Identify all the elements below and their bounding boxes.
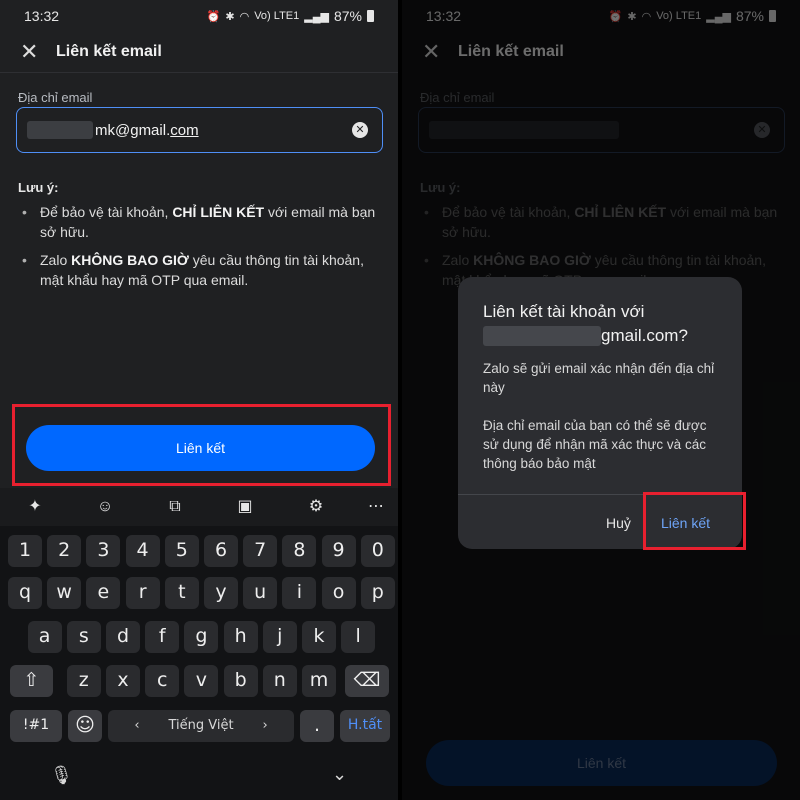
key-r[interactable]: r bbox=[125, 577, 160, 609]
note-item: Zalo KHÔNG BAO GIỜ yêu cầu thông tin tài… bbox=[18, 250, 388, 290]
key-t[interactable]: t bbox=[164, 577, 199, 609]
key-6[interactable]: 6 bbox=[204, 535, 238, 567]
key-o[interactable]: o bbox=[321, 577, 356, 609]
key-a[interactable]: a bbox=[27, 621, 62, 653]
key-h[interactable]: h bbox=[223, 621, 258, 653]
note-item: Để bảo vệ tài khoản, CHỈ LIÊN KẾT với em… bbox=[18, 202, 388, 242]
arrow-right-icon: › bbox=[262, 718, 268, 733]
dialog-email: gmail.com? bbox=[483, 325, 688, 347]
status-icons: ⏰ ✱ ◠ Vo) LTE1 ▂▄▆ 87% bbox=[207, 8, 374, 24]
link-button[interactable]: Liên kết bbox=[26, 425, 375, 471]
bluetooth-icon: ✱ bbox=[225, 10, 235, 23]
clipboard-icon[interactable]: ▣ bbox=[234, 496, 256, 518]
redacted-email-part bbox=[27, 121, 93, 139]
close-icon[interactable]: ✕ bbox=[20, 39, 44, 65]
key-m[interactable]: m bbox=[302, 665, 336, 697]
key-l[interactable]: l bbox=[341, 621, 376, 653]
backspace-key[interactable]: ⌫ bbox=[345, 665, 389, 697]
more-icon[interactable]: ⋯ bbox=[365, 496, 387, 518]
network-label: Vo) LTE1 bbox=[254, 10, 300, 22]
key-q[interactable]: q bbox=[8, 577, 42, 609]
email-field[interactable]: mk@gmail.com ✕ bbox=[16, 107, 383, 153]
status-time: 13:32 bbox=[24, 8, 60, 24]
keyboard-toolbar: ✦ ☺ ⧉ ▣ ⚙ ⋯ bbox=[0, 488, 398, 526]
key-5[interactable]: 5 bbox=[164, 535, 199, 567]
right-screen: 13:32 ⏰ ✱ ◠ Vo) LTE1 ▂▄▆ 87% ✕ Liên kết … bbox=[402, 0, 800, 800]
key-y[interactable]: y bbox=[204, 577, 238, 609]
emoji-icon[interactable]: ☺ bbox=[94, 496, 116, 518]
done-key[interactable]: H.tất bbox=[340, 710, 390, 742]
dialog-title: Liên kết tài khoản với bbox=[483, 302, 645, 321]
highlight-box bbox=[643, 492, 746, 550]
left-screen: 13:32 ⏰ ✱ ◠ Vo) LTE1 ▂▄▆ 87% ✕ Liên kết … bbox=[0, 0, 398, 800]
clear-input-icon[interactable]: ✕ bbox=[352, 122, 368, 138]
key-x[interactable]: x bbox=[106, 665, 140, 697]
cancel-button[interactable]: Huỷ bbox=[606, 515, 631, 531]
key-9[interactable]: 9 bbox=[321, 535, 356, 567]
key-u[interactable]: u bbox=[243, 577, 278, 609]
key-7[interactable]: 7 bbox=[243, 535, 278, 567]
header-divider bbox=[0, 72, 398, 73]
dialog-body-2: Địa chỉ email của bạn có thể sẽ được sử … bbox=[483, 418, 707, 471]
gear-icon[interactable]: ⚙ bbox=[305, 496, 327, 518]
key-b[interactable]: b bbox=[223, 665, 258, 697]
period-key[interactable]: . bbox=[300, 710, 334, 742]
symbols-key[interactable]: !#1 bbox=[10, 710, 62, 742]
key-1[interactable]: 1 bbox=[8, 535, 42, 567]
key-0[interactable]: 0 bbox=[360, 535, 395, 567]
emoji-key[interactable]: ☺ bbox=[68, 710, 102, 742]
key-g[interactable]: g bbox=[184, 621, 219, 653]
note-title: Lưu ý: bbox=[18, 180, 59, 195]
key-i[interactable]: i bbox=[282, 577, 317, 609]
key-j[interactable]: j bbox=[262, 621, 297, 653]
space-key[interactable]: ‹ Tiếng Việt › bbox=[108, 710, 294, 742]
email-value: mk@gmail.com bbox=[95, 121, 199, 139]
key-8[interactable]: 8 bbox=[282, 535, 317, 567]
alarm-icon: ⏰ bbox=[206, 10, 221, 23]
status-bar: 13:32 ⏰ ✱ ◠ Vo) LTE1 ▂▄▆ 87% bbox=[0, 0, 398, 32]
note-list: Để bảo vệ tài khoản, CHỈ LIÊN KẾT với em… bbox=[18, 202, 388, 298]
battery-percent: 87% bbox=[333, 8, 362, 24]
arrow-left-icon: ‹ bbox=[134, 718, 140, 733]
microphone-icon[interactable]: 🎙 bbox=[50, 765, 73, 786]
key-4[interactable]: 4 bbox=[125, 535, 160, 567]
translate-icon[interactable]: ⧉ bbox=[164, 496, 186, 518]
key-f[interactable]: f bbox=[145, 621, 180, 653]
dialog-body-1: Zalo sẽ gửi email xác nhận đến địa chỉ n… bbox=[483, 361, 715, 395]
key-v[interactable]: v bbox=[184, 665, 219, 697]
sparkle-icon[interactable]: ✦ bbox=[24, 496, 46, 518]
key-k[interactable]: k bbox=[302, 621, 336, 653]
key-z[interactable]: z bbox=[66, 665, 101, 697]
chevron-down-icon[interactable]: ⌄ bbox=[332, 764, 347, 785]
key-3[interactable]: 3 bbox=[86, 535, 121, 567]
battery-icon bbox=[367, 10, 374, 22]
key-p[interactable]: p bbox=[360, 577, 395, 609]
signal-icon: ▂▄▆ bbox=[304, 10, 329, 23]
key-e[interactable]: e bbox=[86, 577, 121, 609]
key-2[interactable]: 2 bbox=[47, 535, 82, 567]
key-w[interactable]: w bbox=[47, 577, 82, 609]
redacted-email-part bbox=[483, 326, 601, 346]
key-c[interactable]: c bbox=[145, 665, 180, 697]
page-title: Liên kết email bbox=[56, 43, 162, 60]
app-header: ✕ Liên kết email bbox=[0, 32, 398, 72]
shift-key[interactable]: ⇧ bbox=[10, 665, 53, 697]
wifi-icon: ◠ bbox=[239, 10, 250, 23]
email-field-label: Địa chỉ email bbox=[18, 90, 93, 105]
key-d[interactable]: d bbox=[106, 621, 140, 653]
key-n[interactable]: n bbox=[262, 665, 297, 697]
key-s[interactable]: s bbox=[66, 621, 101, 653]
